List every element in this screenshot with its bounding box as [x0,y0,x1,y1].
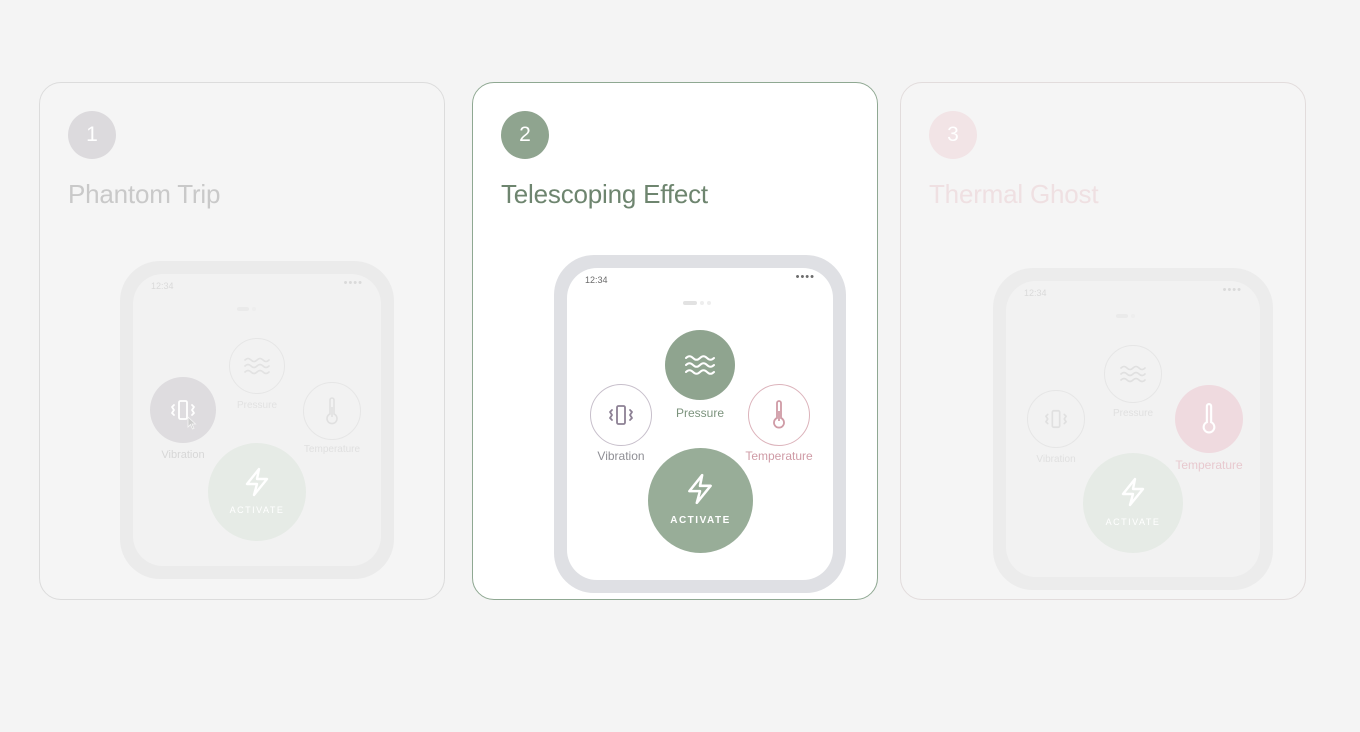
waves-icon [244,357,270,375]
card-title: Telescoping Effect [501,179,708,209]
page-indicator [683,301,711,305]
card-title: Phantom Trip [68,179,221,209]
vibration-label: Vibration [1036,454,1076,465]
status-dots: •••• [795,271,815,283]
vibration-button[interactable] [1027,390,1085,448]
pressure-label: Pressure [675,406,725,420]
temperature-label: Temperature [1175,458,1243,472]
activate-label: ACTIVATE [229,505,285,515]
temperature-button[interactable] [1175,385,1243,453]
status-dots: •••• [343,277,363,289]
page-indicator [237,307,256,311]
phone-mockup: 12:34 •••• Pressure Vibration Temperatur… [554,255,846,593]
activate-button[interactable]: ACTIVATE [648,448,753,553]
thermometer-icon [773,400,785,429]
phone-screen: 12:34 •••• Pressure Vibration Temperatur… [567,268,833,580]
waves-icon [1120,365,1146,383]
status-dots: •••• [1222,284,1242,296]
thermometer-icon [1202,403,1216,434]
temperature-button[interactable] [303,382,361,440]
card-thermal-ghost[interactable]: 3 Thermal Ghost 12:34 •••• Pressure Vibr… [900,82,1306,600]
activate-button[interactable]: ACTIVATE [1083,453,1183,553]
card-title: Thermal Ghost [929,179,1099,209]
pressure-button[interactable] [1104,345,1162,403]
activate-label: ACTIVATE [670,515,731,526]
temperature-label: Temperature [745,449,813,463]
status-time: 12:34 [151,281,174,291]
vibration-icon [609,405,633,425]
pressure-button[interactable] [665,330,735,400]
pressure-button[interactable] [229,338,285,394]
phone-mockup: 12:34 •••• Pressure Vibration Temperatur… [120,261,394,579]
card-telescoping-effect[interactable]: 2 Telescoping Effect 12:34 •••• Pressure [472,82,878,600]
step-number-badge: 2 [501,111,549,159]
pressure-label: Pressure [236,400,278,411]
card-phantom-trip[interactable]: 1 Phantom Trip 12:34 •••• Pressure Vibra… [39,82,445,600]
vibration-button[interactable] [590,384,652,446]
vibration-label: Vibration [597,449,645,463]
page-indicator [1116,314,1135,318]
vibration-button[interactable] [150,377,216,443]
lightning-icon [1121,477,1145,507]
waves-icon [685,355,715,375]
step-number-badge: 3 [929,111,977,159]
temperature-button[interactable] [748,384,810,446]
phone-screen: 12:34 •••• Pressure Vibration Temperatur… [1006,281,1260,577]
lightning-icon [245,467,269,497]
status-time: 12:34 [1024,288,1047,298]
temperature-label: Temperature [303,444,361,455]
lightning-icon [688,473,712,505]
vibration-label: Vibration [161,449,205,461]
phone-mockup: 12:34 •••• Pressure Vibration Temperatur… [993,268,1273,590]
cursor-pointer-icon [187,416,197,430]
activate-button[interactable]: ACTIVATE [208,443,306,541]
vibration-icon [1045,409,1067,429]
thermometer-icon [326,397,338,425]
phone-screen: 12:34 •••• Pressure Vibration Temperatur… [133,274,381,566]
status-time: 12:34 [585,275,608,285]
activate-label: ACTIVATE [1105,517,1161,527]
step-number-badge: 1 [68,111,116,159]
pressure-label: Pressure [1112,408,1154,419]
